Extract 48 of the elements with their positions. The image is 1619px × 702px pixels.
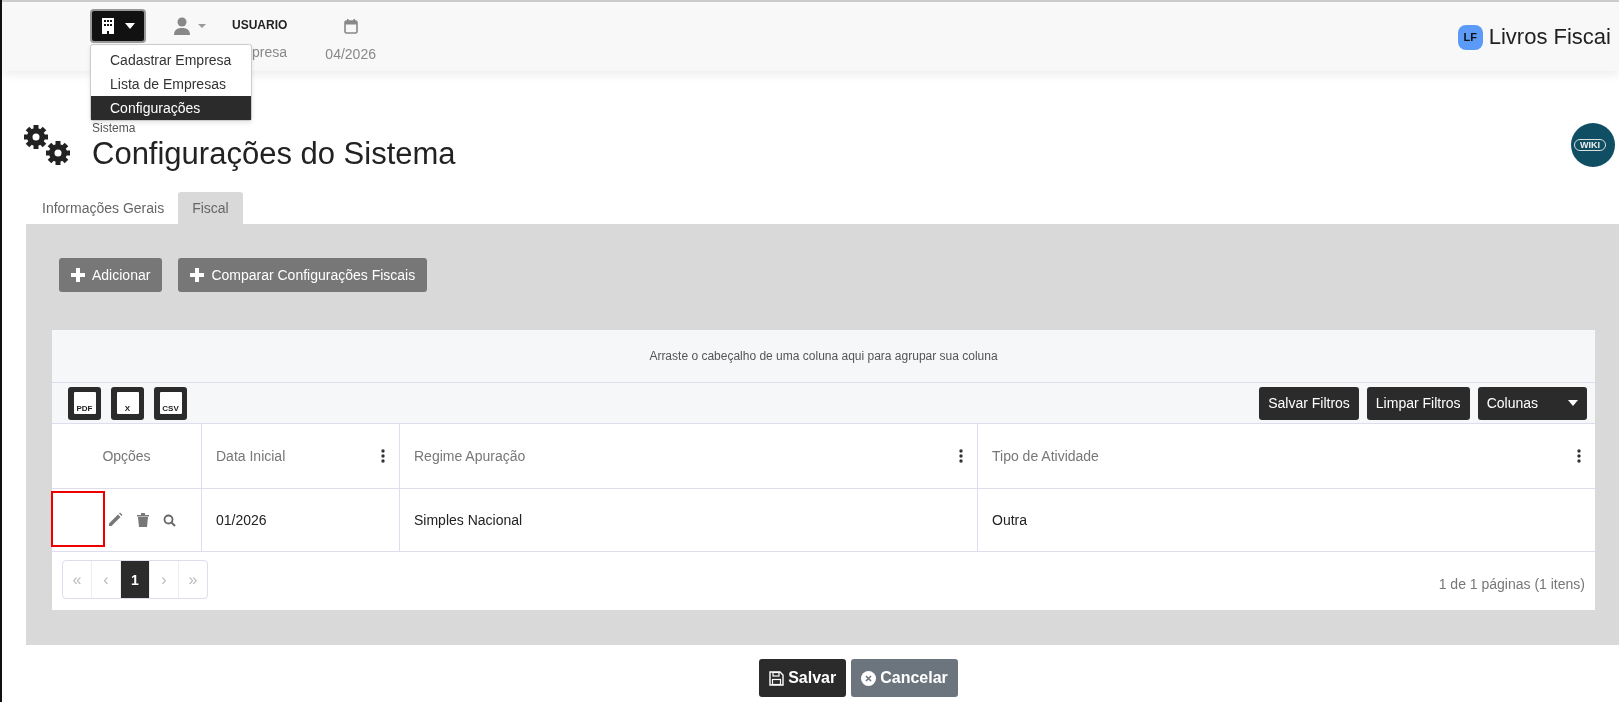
brand-logo: LF (1457, 24, 1483, 50)
close-icon (861, 670, 877, 686)
tab[interactable]: Fiscal (178, 192, 243, 224)
column-header[interactable]: Tipo de Atividade (978, 424, 1595, 488)
kebab-menu-icon[interactable] (381, 449, 385, 463)
page-title: Configurações do Sistema (92, 136, 456, 172)
caret-icon (1568, 400, 1578, 406)
page-button[interactable]: 1 (121, 561, 150, 598)
toolbar-button[interactable]: Colunas (1477, 386, 1587, 420)
export-button[interactable]: X (111, 386, 144, 420)
building-icon (101, 18, 115, 34)
column-header[interactable]: Data Inicial (202, 424, 400, 488)
plus-icon (190, 268, 205, 282)
search-icon[interactable] (163, 513, 176, 527)
table-cell: 01/2026 (202, 489, 400, 551)
kebab-menu-icon[interactable] (959, 449, 963, 463)
menu-item[interactable]: Cadastrar Empresa (91, 48, 251, 72)
menu-item[interactable]: Configurações (91, 96, 251, 120)
pencil-icon[interactable] (107, 512, 123, 528)
menu-item[interactable]: Lista de Empresas (91, 72, 251, 96)
company-name: presa (251, 44, 288, 60)
pager-summary: 1 de 1 páginas (1 itens) (1438, 575, 1585, 592)
export-button[interactable]: PDF (68, 386, 101, 420)
column-header[interactable]: Regime Apuração (400, 424, 978, 488)
toolbar-button[interactable]: Salvar Filtros (1259, 386, 1359, 420)
add-button[interactable]: Adicionar (59, 258, 163, 292)
table-cell-text: Outra (991, 511, 1028, 530)
export-button[interactable]: CSV (154, 386, 187, 420)
toolbar-button[interactable]: Limpar Filtros (1366, 386, 1470, 420)
calendar-icon (343, 19, 358, 34)
breadcrumb[interactable]: Sistema (92, 122, 456, 134)
wiki-button[interactable]: WIKI (1571, 123, 1615, 167)
trash-icon[interactable] (137, 513, 149, 527)
save-button[interactable]: Salvar (759, 659, 847, 697)
group-hint: Arraste o cabeçalho de uma coluna aqui para agrupar sua coluna (649, 349, 998, 363)
period-text: 04/2026 (325, 46, 376, 62)
user-icon (174, 17, 208, 35)
column-header[interactable]: Opções (52, 424, 202, 488)
plus-icon (71, 268, 85, 282)
brand-name: Livros Fiscai (1488, 24, 1611, 50)
user-name: USUARIO (232, 18, 288, 32)
cancel-button[interactable]: Cancelar (851, 659, 958, 697)
company-menu-button[interactable] (90, 9, 146, 43)
caret-icon (125, 23, 135, 29)
add-button[interactable]: Comparar Configurações Fiscais (178, 258, 428, 292)
table-cell: Simples Nacional (400, 489, 978, 551)
tab[interactable]: Informações Gerais (28, 192, 179, 224)
kebab-menu-icon[interactable] (1577, 449, 1581, 463)
